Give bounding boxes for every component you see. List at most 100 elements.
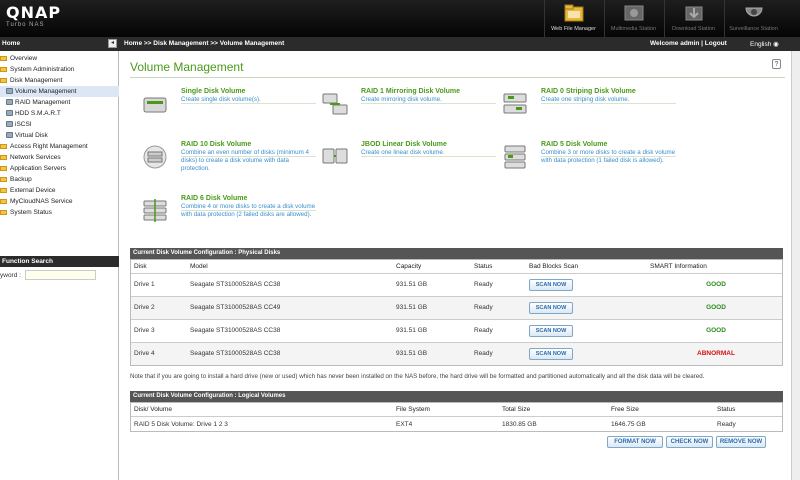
sidebar-item-overview[interactable]: Overview [0,53,119,64]
volume-type-title: RAID 5 Disk Volume [541,141,608,148]
sidebar-item-label: Access Right Management [10,143,88,150]
multimedia-station-icon [624,5,643,21]
table-row: Drive 4 Seagate ST31000528AS CC38 931.51… [131,342,782,365]
sidebar-item-hdd-smart[interactable]: HDD S.M.A.R.T [0,108,119,119]
smart-status: GOOD [706,281,726,288]
smart-status: ABNORMAL [697,350,735,357]
column-header: SMART Information [650,263,707,270]
capacity-cell: 931.51 GB [396,350,428,357]
keyword-input[interactable] [25,270,96,280]
language-select[interactable]: English ◉ [750,40,779,48]
sidebar-item-label: MyCloudNAS Service [10,198,73,205]
column-header: Status [717,406,736,413]
install-note: Note that if you are going to install a … [130,373,705,380]
folder-open-icon [0,77,7,83]
status-cell: Ready [474,350,493,357]
raid5-option[interactable]: RAID 5 Disk Volume Combine 3 or more dis… [500,141,676,191]
single-disk-icon [143,97,167,113]
volume-cell: RAID 5 Disk Volume: Drive 1 2 3 [134,421,228,428]
table-row: RAID 5 Disk Volume: Drive 1 2 3 EXT4 183… [131,416,782,431]
folder-icon [0,154,7,160]
status-cell: Ready [717,421,736,428]
disk-cell: Drive 3 [134,327,155,334]
sidebar-item-network-services[interactable]: Network Services [0,152,119,163]
column-header: Status [474,263,493,270]
multimedia-station-button[interactable]: Multimedia Station [604,0,662,37]
web-file-manager-button[interactable]: Web File Manager [544,0,602,37]
column-header: File System [396,406,430,413]
format-now-button[interactable]: FORMAT NOW [607,436,663,448]
sidebar-item-label: Network Services [10,154,61,161]
volume-type-title: RAID 1 Mirroring Disk Volume [361,88,461,95]
raid1-mirroring-option[interactable]: RAID 1 Mirroring Disk Volume Create mirr… [320,88,496,138]
column-header: Total Size [502,406,531,413]
sidebar-item-label: Application Servers [10,165,66,172]
jbod-linear-option[interactable]: JBOD Linear Disk Volume Create one linea… [320,141,496,191]
raid10-icon [143,145,167,169]
surveillance-station-icon [744,7,763,17]
scan-now-button[interactable]: SCAN NOW [529,279,573,291]
page-title: Volume Management [130,60,244,74]
sidebar-item-label: Disk Management [10,77,63,84]
folder-icon [0,187,7,193]
raid1-icon [322,93,348,115]
folder-icon [0,176,7,182]
function-search-heading: Function Search [0,256,119,267]
column-header: Free Size [611,406,639,413]
sidebar-item-backup[interactable]: Backup [0,174,119,185]
model-cell: Seagate ST31000528AS CC38 [190,281,281,288]
raid10-option[interactable]: RAID 10 Disk Volume Combine an even numb… [140,141,316,191]
help-icon[interactable]: ? [772,59,781,69]
sidebar-item-access-right-management[interactable]: Access Right Management [0,141,119,152]
download-station-icon [685,6,702,21]
breadcrumb[interactable]: Home >> Disk Management >> Volume Manage… [124,40,284,47]
raid0-striping-option[interactable]: RAID 0 Striping Disk Volume Create one s… [500,88,676,138]
welcome-logout[interactable]: Welcome admin | Logout [650,40,727,47]
sidebar-item-volume-management[interactable]: Volume Management [0,86,119,97]
single-disk-volume-option[interactable]: Single Disk Volume Create single disk vo… [140,88,316,138]
sidebar-item-virtual-disk[interactable]: Virtual Disk [0,130,119,141]
logical-volumes-table: Disk/ Volume File System Total Size Free… [130,402,783,432]
sidebar-item-label: Virtual Disk [15,132,48,139]
toolbar-label: Surveillance Station [729,26,778,32]
toolbar-label: Multimedia Station [610,26,657,32]
raid6-icon [143,199,167,222]
sidebar-item-iscsi[interactable]: iSCSI [0,119,119,130]
model-cell: Seagate ST31000528AS CC49 [190,304,281,311]
check-now-button[interactable]: CHECK NOW [666,436,713,448]
sidebar-item-mycloudnas-service[interactable]: MyCloudNAS Service [0,196,119,207]
collapse-sidebar-icon[interactable]: ◂ [108,39,117,48]
table-row: Drive 2 Seagate ST31000528AS CC49 931.51… [131,296,782,319]
disk-cell: Drive 1 [134,281,155,288]
column-header: Disk/ Volume [134,406,172,413]
toolbar-label: Download Station [671,26,716,32]
toolbar-label: Web File Manager [551,26,596,32]
iscsi-icon [6,121,13,128]
raid6-option[interactable]: RAID 6 Disk Volume Combine 4 or more dis… [140,195,316,245]
sidebar-item-system-administration[interactable]: System Administration [0,64,119,75]
physical-disks-heading: Current Disk Volume Configuration : Phys… [130,248,783,259]
remove-now-button[interactable]: REMOVE NOW [716,436,766,448]
vertical-scrollbar[interactable] [791,51,800,480]
surveillance-station-button[interactable]: Surveillance Station [724,0,782,37]
raid0-icon [503,93,527,114]
volume-type-title: RAID 0 Striping Disk Volume [541,88,636,95]
top-bar: Home ◂ Home >> Disk Management >> Volume… [0,37,800,51]
folder-icon [0,143,7,149]
hdd-icon [6,110,13,117]
scan-now-button[interactable]: SCAN NOW [529,302,573,314]
sidebar-item-label: System Administration [10,66,75,73]
sidebar-item-disk-management[interactable]: Disk Management [0,75,119,86]
sidebar-item-external-device[interactable]: External Device [0,185,119,196]
sidebar-item-label: Overview [10,55,38,62]
scan-now-button[interactable]: SCAN NOW [529,348,573,360]
virtual-disk-icon [6,132,13,139]
download-station-button[interactable]: Download Station [664,0,722,37]
sidebar-item-application-servers[interactable]: Application Servers [0,163,119,174]
volume-type-desc: Create one linear disk volume. [361,149,445,156]
sidebar-item-raid-management[interactable]: RAID Management [0,97,119,108]
language-label: English [750,41,772,48]
scan-now-button[interactable]: SCAN NOW [529,325,573,337]
sidebar-item-system-status[interactable]: System Status [0,207,119,218]
title-divider [130,77,785,78]
